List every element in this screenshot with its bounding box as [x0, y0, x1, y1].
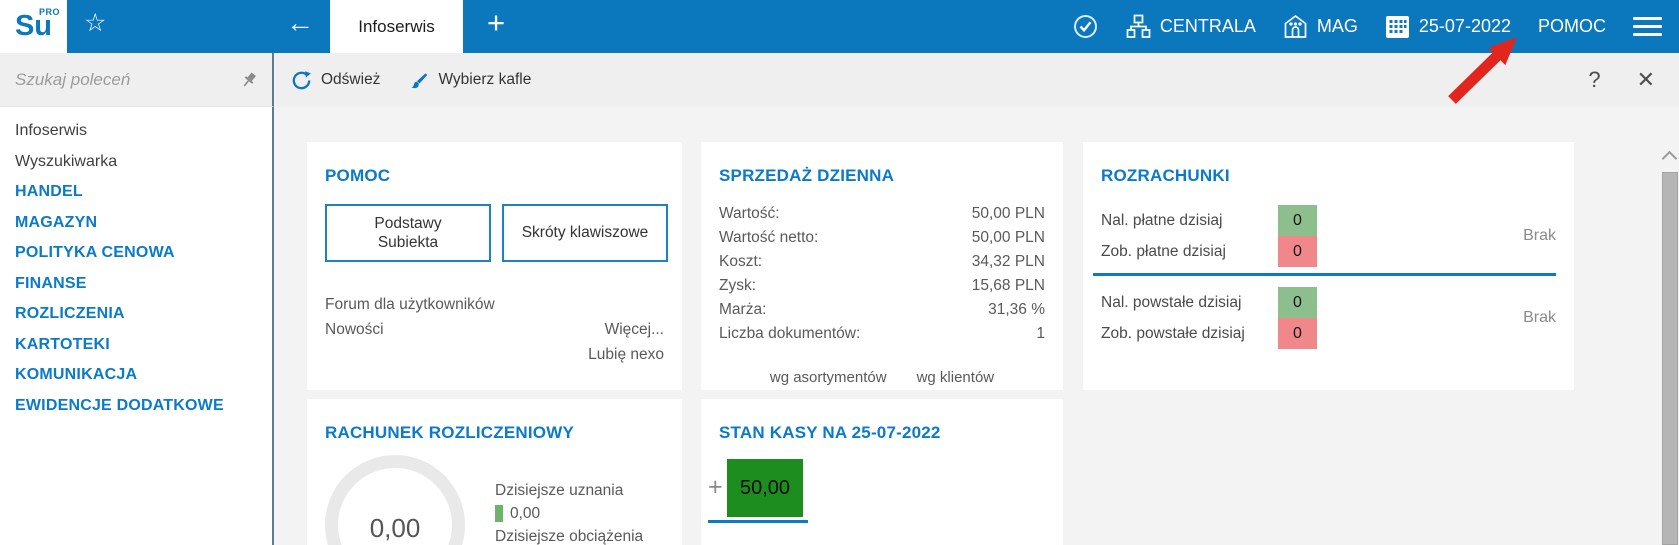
help-button[interactable]: ? [1588, 67, 1600, 93]
cash-amount-bar[interactable]: 50,00 [727, 459, 803, 517]
warehouse-selector[interactable]: MAG [1283, 14, 1358, 39]
sidebar-item-finanse[interactable]: FINANSE [0, 269, 272, 300]
app-logo[interactable]: Su PRO [0, 0, 67, 53]
stat-row: Marża: 31,36 % [719, 301, 1045, 318]
calendar-icon [1385, 14, 1410, 39]
stat-row: Wartość netto: 50,00 PLN [719, 229, 1045, 246]
hamburger-menu-icon[interactable] [1633, 17, 1662, 36]
sidebar-item-polityka-cenowa[interactable]: POLITYKA CENOWA [0, 238, 272, 269]
tile-pomoc: POMOC Podstawy Subiekta Skróty klawiszow… [307, 142, 682, 390]
tile-toolbar: Odśwież Wybierz kafle ? ✕ [276, 53, 1679, 107]
credits-bar-icon [495, 505, 503, 522]
app-window: Su PRO ☆ ← Infoserwis + CENTRALA MAG 25-… [0, 0, 1679, 545]
payables-created-count: 0 [1278, 318, 1317, 349]
sidebar-item-rozliczenia[interactable]: ROZLICZENIA [0, 299, 272, 330]
refresh-button[interactable]: Odśwież [291, 70, 380, 91]
command-search[interactable]: Szukaj poleceń [0, 53, 274, 107]
sidebar-item-ewidencje-dodatkowe[interactable]: EWIDENCJE DODATKOWE [0, 391, 272, 422]
receivables-due-count: 0 [1278, 205, 1317, 236]
payables-created-row[interactable]: Zob. powstałe dzisiaj 0 [1101, 318, 1556, 349]
shortcuts-button[interactable]: Skróty klawiszowe [502, 204, 668, 262]
cash-axis-line [708, 520, 808, 523]
dashboard-content: POMOC Podstawy Subiekta Skróty klawiszow… [276, 107, 1679, 545]
stat-row: Koszt: 34,32 PLN [719, 253, 1045, 270]
by-clients-link[interactable]: wg klientów [917, 369, 995, 386]
refresh-icon [291, 70, 312, 91]
scrollbar-thumb[interactable] [1662, 172, 1678, 545]
help-menu[interactable]: POMOC [1538, 16, 1606, 37]
search-input[interactable]: Szukaj poleceń [0, 70, 240, 90]
content-scrollbar [1661, 107, 1678, 545]
balance-value: 0,00 [369, 513, 421, 543]
branch-label: CENTRALA [1159, 16, 1256, 36]
date-selector[interactable]: 25-07-2022 [1385, 14, 1511, 39]
by-assortment-link[interactable]: wg asortymentów [770, 369, 887, 386]
receivables-created-count: 0 [1278, 287, 1317, 318]
tile-sprzedaz-dzienna: SPRZEDAŻ DZIENNA Wartość: 50,00 PLN Warto… [701, 142, 1063, 390]
news-link[interactable]: Nowości [325, 319, 588, 340]
sidebar-item-kartoteki[interactable]: KARTOTEKI [0, 330, 272, 361]
like-nexo-link[interactable]: Lubię nexo [588, 344, 664, 365]
due-status: Brak [1523, 227, 1556, 244]
sync-check-icon[interactable] [1072, 13, 1099, 40]
debits-label: Dzisiejsze obciążenia [495, 528, 644, 545]
chevron-up-icon [1661, 150, 1678, 166]
tile-rachunek-title: RACHUNEK ROZLICZENIOWY [325, 423, 574, 442]
credits-label: Dzisiejsze uznania [495, 482, 624, 499]
warehouse-icon [1283, 14, 1308, 39]
credits-row: 0,00 [495, 502, 643, 525]
sidebar-item-komunikacja[interactable]: KOMUNIKACJA [0, 360, 272, 391]
tile-rachunek-rozliczeniowy: RACHUNEK ROZLICZENIOWY 0,00 Dzisiejsze u… [307, 399, 682, 545]
branch-selector[interactable]: CENTRALA [1126, 14, 1256, 39]
choose-tiles-label: Wybierz kafle [438, 71, 532, 88]
top-bar: Su PRO ☆ ← Infoserwis + CENTRALA MAG 25-… [0, 0, 1679, 53]
sidebar-item-wyszukiwarka[interactable]: Wyszukiwarka [0, 147, 272, 178]
tab-infoserwis[interactable]: Infoserwis [330, 0, 463, 53]
tile-stan-kasy-title: STAN KASY NA 25-07-2022 [719, 423, 941, 442]
payables-due-count: 0 [1278, 236, 1317, 267]
sidebar-item-infoserwis[interactable]: Infoserwis [0, 116, 272, 147]
tile-rozrachunki: ROZRACHUNKI Nal. płatne dzisiaj 0 Zob. p… [1083, 142, 1574, 390]
stat-row: Liczba dokumentów: 1 [719, 325, 1045, 342]
sidebar-item-handel[interactable]: HANDEL [0, 177, 272, 208]
favorites-star-icon[interactable]: ☆ [84, 11, 106, 36]
more-link[interactable]: Więcej... [588, 319, 664, 340]
tile-rozrachunki-title: ROZRACHUNKI [1101, 166, 1230, 185]
tile-stan-kasy: STAN KASY NA 25-07-2022 + 50,00 [701, 399, 1063, 545]
back-arrow-icon[interactable]: ← [286, 9, 314, 37]
refresh-label: Odśwież [321, 71, 381, 88]
date-label: 25-07-2022 [1418, 16, 1511, 36]
expand-plus-icon[interactable]: + [708, 473, 723, 502]
logo-badge: PRO [38, 7, 60, 17]
warehouse-label: MAG [1316, 16, 1358, 36]
group-divider [1093, 273, 1556, 276]
brush-icon [408, 70, 429, 91]
close-button[interactable]: ✕ [1637, 67, 1655, 93]
module-sidebar: Infoserwis Wyszukiwarka HANDEL MAGAZYN P… [0, 107, 274, 545]
pin-sidebar-icon[interactable] [240, 71, 258, 89]
sidebar-item-magazyn[interactable]: MAGAZYN [0, 208, 272, 239]
stat-row: Wartość: 50,00 PLN [719, 205, 1045, 222]
settlements-created-group: Nal. powstałe dzisiaj 0 Zob. powstałe dz… [1101, 287, 1556, 349]
credits-value: 0,00 [510, 505, 541, 522]
topbar-status-group: CENTRALA MAG 25-07-2022 POMOC [1072, 0, 1662, 53]
stat-row: Zysk: 15,68 PLN [719, 277, 1045, 294]
receivables-due-row[interactable]: Nal. płatne dzisiaj 0 [1101, 205, 1556, 236]
scroll-up-button[interactable] [1661, 147, 1678, 166]
new-tab-button[interactable]: + [487, 7, 505, 38]
settlements-due-group: Nal. płatne dzisiaj 0 Zob. płatne dzisia… [1101, 205, 1556, 267]
choose-tiles-button[interactable]: Wybierz kafle [408, 70, 531, 91]
tile-sprzedaz-title: SPRZEDAŻ DZIENNA [719, 166, 895, 185]
receivables-created-row[interactable]: Nal. powstałe dzisiaj 0 [1101, 287, 1556, 318]
basics-button[interactable]: Podstawy Subiekta [325, 204, 491, 262]
forum-link[interactable]: Forum dla użytkowników [325, 294, 588, 315]
org-chart-icon [1126, 14, 1151, 39]
created-status: Brak [1523, 309, 1556, 326]
payables-due-row[interactable]: Zob. płatne dzisiaj 0 [1101, 236, 1556, 267]
tile-pomoc-title: POMOC [325, 166, 391, 185]
